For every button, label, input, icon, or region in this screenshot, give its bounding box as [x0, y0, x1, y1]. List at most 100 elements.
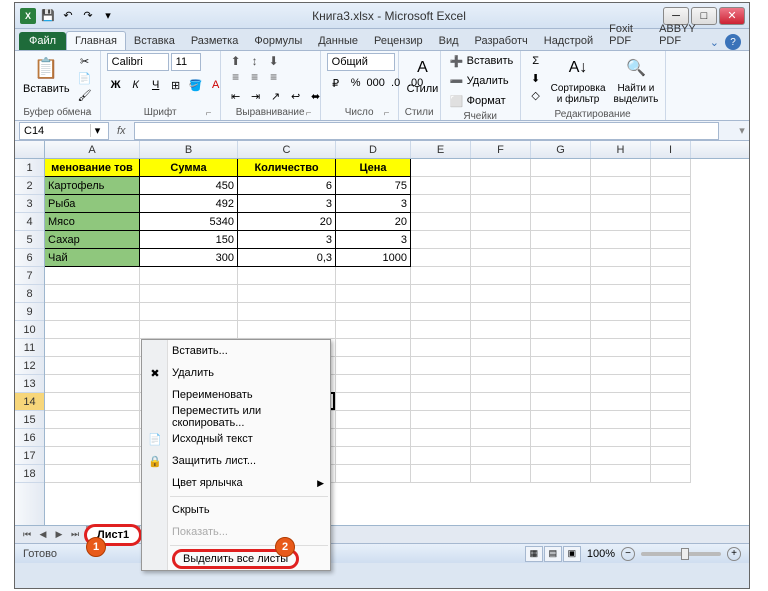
sheet-nav-first-icon[interactable]: ⏮	[19, 527, 35, 543]
tab-addins[interactable]: Надстрой	[536, 32, 601, 50]
row-header-3[interactable]: 3	[15, 195, 44, 213]
wrap-text-icon[interactable]: ↩	[287, 88, 305, 104]
cell-H7[interactable]	[591, 267, 651, 285]
cell-A4[interactable]: Мясо	[45, 213, 140, 231]
cell-F18[interactable]	[471, 465, 531, 483]
cell-G2[interactable]	[531, 177, 591, 195]
cell-A17[interactable]	[45, 447, 140, 465]
ctx-item-9[interactable]: Выделить все листы	[142, 548, 330, 570]
cell-G5[interactable]	[531, 231, 591, 249]
name-box[interactable]: C14 ▾	[19, 122, 109, 140]
cell-F16[interactable]	[471, 429, 531, 447]
cell-C3[interactable]: 3	[238, 195, 336, 213]
column-header-C[interactable]: C	[238, 141, 336, 158]
cell-I6[interactable]	[651, 249, 691, 267]
row-header-2[interactable]: 2	[15, 177, 44, 195]
ctx-item-5[interactable]: 🔒Защитить лист...	[142, 450, 330, 472]
row-header-14[interactable]: 14	[15, 393, 44, 411]
page-break-view-icon[interactable]: ▣	[563, 546, 581, 562]
cell-I8[interactable]	[651, 285, 691, 303]
cell-E4[interactable]	[411, 213, 471, 231]
cell-A7[interactable]	[45, 267, 140, 285]
cell-H17[interactable]	[591, 447, 651, 465]
cell-A18[interactable]	[45, 465, 140, 483]
row-header-8[interactable]: 8	[15, 285, 44, 303]
row-header-6[interactable]: 6	[15, 249, 44, 267]
cell-F3[interactable]	[471, 195, 531, 213]
file-tab[interactable]: Файл	[19, 32, 66, 50]
cell-G9[interactable]	[531, 303, 591, 321]
tab-home[interactable]: Главная	[66, 31, 126, 50]
cell-A10[interactable]	[45, 321, 140, 339]
cell-A9[interactable]	[45, 303, 140, 321]
row-header-15[interactable]: 15	[15, 411, 44, 429]
column-header-H[interactable]: H	[591, 141, 651, 158]
cell-A16[interactable]	[45, 429, 140, 447]
cell-F11[interactable]	[471, 339, 531, 357]
cell-D3[interactable]: 3	[336, 195, 411, 213]
align-top-icon[interactable]: ⬆	[227, 53, 245, 68]
cell-H14[interactable]	[591, 393, 651, 411]
row-header-10[interactable]: 10	[15, 321, 44, 339]
fill-icon[interactable]: ⬇	[527, 70, 545, 86]
comma-icon[interactable]: 000	[367, 75, 385, 91]
cell-D5[interactable]: 3	[336, 231, 411, 249]
tab-formulas[interactable]: Формулы	[246, 32, 310, 50]
cell-E12[interactable]	[411, 357, 471, 375]
cell-E10[interactable]	[411, 321, 471, 339]
cell-H6[interactable]	[591, 249, 651, 267]
cell-A5[interactable]: Сахар	[45, 231, 140, 249]
cell-F12[interactable]	[471, 357, 531, 375]
italic-icon[interactable]: К	[127, 77, 145, 93]
cut-icon[interactable]: ✂	[76, 53, 94, 69]
cell-I10[interactable]	[651, 321, 691, 339]
cell-H2[interactable]	[591, 177, 651, 195]
cell-I2[interactable]	[651, 177, 691, 195]
cell-I11[interactable]	[651, 339, 691, 357]
cell-C1[interactable]: Количество	[238, 159, 336, 177]
cell-G11[interactable]	[531, 339, 591, 357]
autosum-icon[interactable]: Σ	[527, 53, 545, 69]
row-header-17[interactable]: 17	[15, 447, 44, 465]
cell-G1[interactable]	[531, 159, 591, 177]
cell-D7[interactable]	[336, 267, 411, 285]
cell-I9[interactable]	[651, 303, 691, 321]
row-header-4[interactable]: 4	[15, 213, 44, 231]
cell-F1[interactable]	[471, 159, 531, 177]
border-icon[interactable]: ⊞	[167, 77, 185, 93]
tab-insert[interactable]: Вставка	[126, 32, 183, 50]
cell-A15[interactable]	[45, 411, 140, 429]
tab-abbyy[interactable]: ABBYY PDF	[651, 20, 710, 50]
cell-B7[interactable]	[140, 267, 238, 285]
fx-icon[interactable]: fx	[117, 125, 126, 137]
cell-D14[interactable]	[336, 393, 411, 411]
cell-G12[interactable]	[531, 357, 591, 375]
paste-button[interactable]: 📋 Вставить	[21, 53, 72, 97]
cell-H18[interactable]	[591, 465, 651, 483]
cell-F6[interactable]	[471, 249, 531, 267]
cell-D18[interactable]	[336, 465, 411, 483]
cell-B9[interactable]	[140, 303, 238, 321]
sheet-nav-last-icon[interactable]: ⏭	[67, 527, 83, 543]
align-right-icon[interactable]: ≡	[265, 69, 283, 84]
ribbon-minimize-icon[interactable]: ⌄	[710, 36, 719, 49]
cell-F13[interactable]	[471, 375, 531, 393]
cell-B1[interactable]: Сумма	[140, 159, 238, 177]
row-header-5[interactable]: 5	[15, 231, 44, 249]
cell-E2[interactable]	[411, 177, 471, 195]
cell-D1[interactable]: Цена	[336, 159, 411, 177]
tab-review[interactable]: Рецензир	[366, 32, 431, 50]
row-header-7[interactable]: 7	[15, 267, 44, 285]
cell-I18[interactable]	[651, 465, 691, 483]
cell-D8[interactable]	[336, 285, 411, 303]
font-size-combo[interactable]: 11	[171, 53, 201, 71]
align-left-icon[interactable]: ≡	[227, 69, 245, 84]
cell-E5[interactable]	[411, 231, 471, 249]
cell-G14[interactable]	[531, 393, 591, 411]
cell-G3[interactable]	[531, 195, 591, 213]
formula-input[interactable]	[134, 122, 719, 140]
zoom-out-button[interactable]: −	[621, 547, 635, 561]
cell-G10[interactable]	[531, 321, 591, 339]
cell-B10[interactable]	[140, 321, 238, 339]
cell-D6[interactable]: 1000	[336, 249, 411, 267]
